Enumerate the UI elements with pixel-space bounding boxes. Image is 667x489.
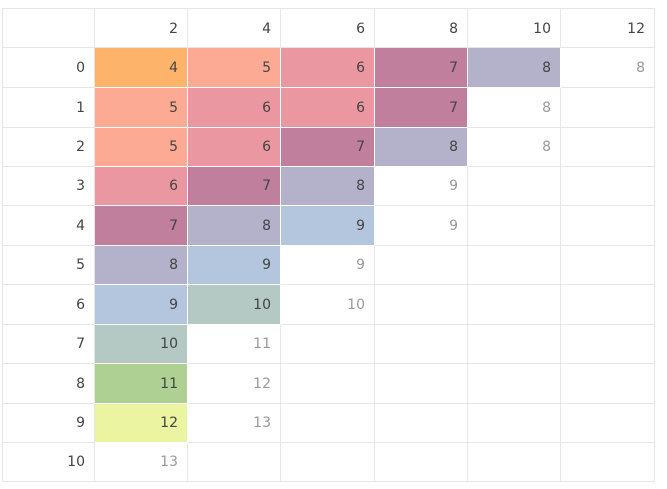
plain-cell xyxy=(375,325,468,364)
plain-cell xyxy=(468,285,561,325)
plain-cell xyxy=(561,246,655,285)
column-header: 6 xyxy=(281,8,375,48)
value-cell: 10 xyxy=(188,285,281,325)
plain-cell xyxy=(468,167,561,206)
plain-cell xyxy=(561,88,655,128)
value-cell: 6 xyxy=(188,128,281,167)
plain-cell xyxy=(561,128,655,167)
corner-cell xyxy=(2,8,95,48)
plain-cell xyxy=(281,404,375,443)
plain-cell xyxy=(375,364,468,404)
column-header: 2 xyxy=(95,8,188,48)
plain-cell xyxy=(188,443,281,482)
row-header: 9 xyxy=(2,404,95,443)
plain-cell xyxy=(561,404,655,443)
row-header: 10 xyxy=(2,443,95,482)
value-cell: 7 xyxy=(375,48,468,88)
value-cell: 10 xyxy=(95,325,188,364)
value-cell: 4 xyxy=(95,48,188,88)
plain-cell xyxy=(375,285,468,325)
plain-cell xyxy=(281,364,375,404)
value-cell: 7 xyxy=(95,206,188,246)
plain-cell xyxy=(375,404,468,443)
column-header: 8 xyxy=(375,8,468,48)
plain-cell xyxy=(375,246,468,285)
plain-cell: 9 xyxy=(375,167,468,206)
value-cell: 6 xyxy=(95,167,188,206)
plain-cell: 13 xyxy=(188,404,281,443)
value-cell: 8 xyxy=(95,246,188,285)
plain-cell: 8 xyxy=(561,48,655,88)
plain-cell: 13 xyxy=(95,443,188,482)
plain-cell xyxy=(468,325,561,364)
value-cell: 6 xyxy=(188,88,281,128)
value-cell: 6 xyxy=(281,88,375,128)
column-header: 4 xyxy=(188,8,281,48)
value-cell: 5 xyxy=(188,48,281,88)
value-cell: 5 xyxy=(95,128,188,167)
plain-cell: 8 xyxy=(468,88,561,128)
value-cell: 11 xyxy=(95,364,188,404)
value-cell: 8 xyxy=(375,128,468,167)
plain-cell: 8 xyxy=(468,128,561,167)
plain-cell xyxy=(281,325,375,364)
plain-cell: 9 xyxy=(375,206,468,246)
plain-cell xyxy=(468,206,561,246)
plain-cell xyxy=(468,404,561,443)
value-cell: 9 xyxy=(188,246,281,285)
plain-cell xyxy=(561,364,655,404)
plain-cell xyxy=(375,443,468,482)
plain-cell xyxy=(468,364,561,404)
plain-cell: 10 xyxy=(281,285,375,325)
value-cell: 6 xyxy=(281,48,375,88)
row-header: 4 xyxy=(2,206,95,246)
column-header: 12 xyxy=(561,8,655,48)
row-header: 6 xyxy=(2,285,95,325)
plain-cell xyxy=(561,325,655,364)
value-cell: 8 xyxy=(281,167,375,206)
row-header: 5 xyxy=(2,246,95,285)
plain-cell: 9 xyxy=(281,246,375,285)
plain-cell xyxy=(281,443,375,482)
value-cell: 9 xyxy=(281,206,375,246)
value-cell: 7 xyxy=(188,167,281,206)
value-cell: 7 xyxy=(281,128,375,167)
plain-cell xyxy=(561,167,655,206)
row-header: 8 xyxy=(2,364,95,404)
plain-cell xyxy=(468,443,561,482)
value-cell: 9 xyxy=(95,285,188,325)
row-header: 2 xyxy=(2,128,95,167)
value-cell: 7 xyxy=(375,88,468,128)
value-cell: 8 xyxy=(468,48,561,88)
row-header: 7 xyxy=(2,325,95,364)
row-header: 0 xyxy=(2,48,95,88)
column-header: 10 xyxy=(468,8,561,48)
value-cell: 8 xyxy=(188,206,281,246)
plain-cell: 11 xyxy=(188,325,281,364)
value-cell: 5 xyxy=(95,88,188,128)
plain-cell xyxy=(561,206,655,246)
plain-cell xyxy=(468,246,561,285)
row-header: 1 xyxy=(2,88,95,128)
plain-cell: 12 xyxy=(188,364,281,404)
row-header: 3 xyxy=(2,167,95,206)
value-cell: 12 xyxy=(95,404,188,443)
plain-cell xyxy=(561,285,655,325)
plain-cell xyxy=(561,443,655,482)
